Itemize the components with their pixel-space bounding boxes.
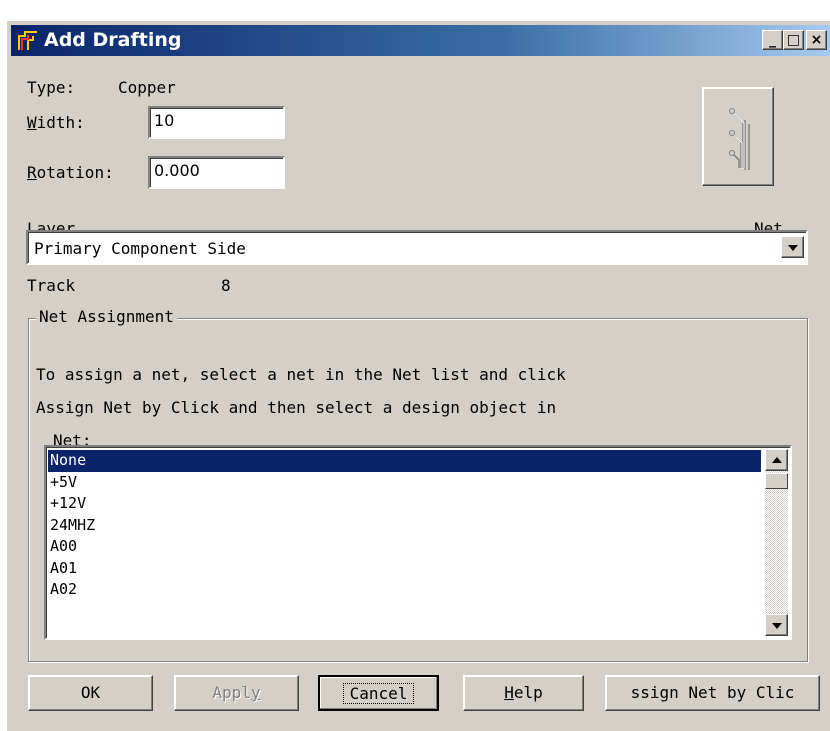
net-trace-icon [729, 108, 750, 170]
maximize-icon: □ [786, 32, 801, 48]
net-list-scrollbar[interactable] [765, 449, 788, 636]
list-item[interactable]: 24MHZ [48, 515, 761, 537]
scroll-down-button[interactable] [765, 614, 788, 636]
assign-net-by-click-button[interactable]: ssign Net by Clic [605, 675, 820, 711]
rotation-label: Rotation: [27, 163, 114, 182]
list-item[interactable]: A00 [48, 536, 761, 558]
list-item[interactable]: +5V [48, 472, 761, 494]
width-label: Width: [27, 113, 85, 132]
width-input[interactable]: 10 [148, 106, 285, 139]
close-button[interactable]: × [806, 30, 827, 50]
instruction-line-1: To assign a net, select a net in the Net… [36, 365, 566, 384]
list-item[interactable]: None [48, 450, 761, 472]
help-button[interactable]: Help [463, 675, 584, 711]
maximize-button[interactable]: □ [783, 30, 804, 50]
minimize-button[interactable]: _ [762, 30, 783, 50]
layer-dropdown-button[interactable] [781, 236, 804, 258]
scroll-up-button[interactable] [765, 449, 788, 471]
minimize-icon: _ [769, 32, 776, 48]
list-item[interactable]: +12V [48, 493, 761, 515]
net-mode-button[interactable] [702, 87, 774, 186]
scroll-thumb[interactable] [765, 473, 788, 489]
track-label: Track [27, 276, 76, 295]
window-title: Add Drafting [44, 29, 182, 51]
list-item[interactable]: A01 [48, 558, 761, 580]
drafting-app-icon [18, 31, 37, 50]
type-value: Copper [118, 78, 176, 97]
layer-selected-value: Primary Component Side [34, 239, 246, 258]
cancel-button[interactable]: Cancel [318, 675, 439, 711]
list-item[interactable]: A02 [48, 579, 761, 601]
chevron-up-icon [772, 457, 782, 463]
close-icon: × [810, 32, 823, 48]
net-assignment-title: Net Assignment [36, 307, 177, 326]
chevron-down-icon [772, 623, 782, 629]
instruction-line-2: Assign Net by Click and then select a de… [36, 398, 557, 417]
title-bar[interactable]: Add Drafting _ □ × [11, 25, 830, 56]
layer-dropdown[interactable]: Primary Component Side [26, 230, 808, 265]
type-label: Type: [27, 78, 76, 97]
track-value: 8 [221, 276, 231, 295]
apply-button[interactable]: Apply [174, 675, 299, 711]
rotation-input[interactable]: 0.000 [148, 156, 285, 189]
ok-button[interactable]: OK [28, 675, 153, 711]
net-list[interactable]: None +5V +12V 24MHZ A00 A01 A02 [44, 445, 792, 640]
chevron-down-icon [788, 245, 798, 251]
